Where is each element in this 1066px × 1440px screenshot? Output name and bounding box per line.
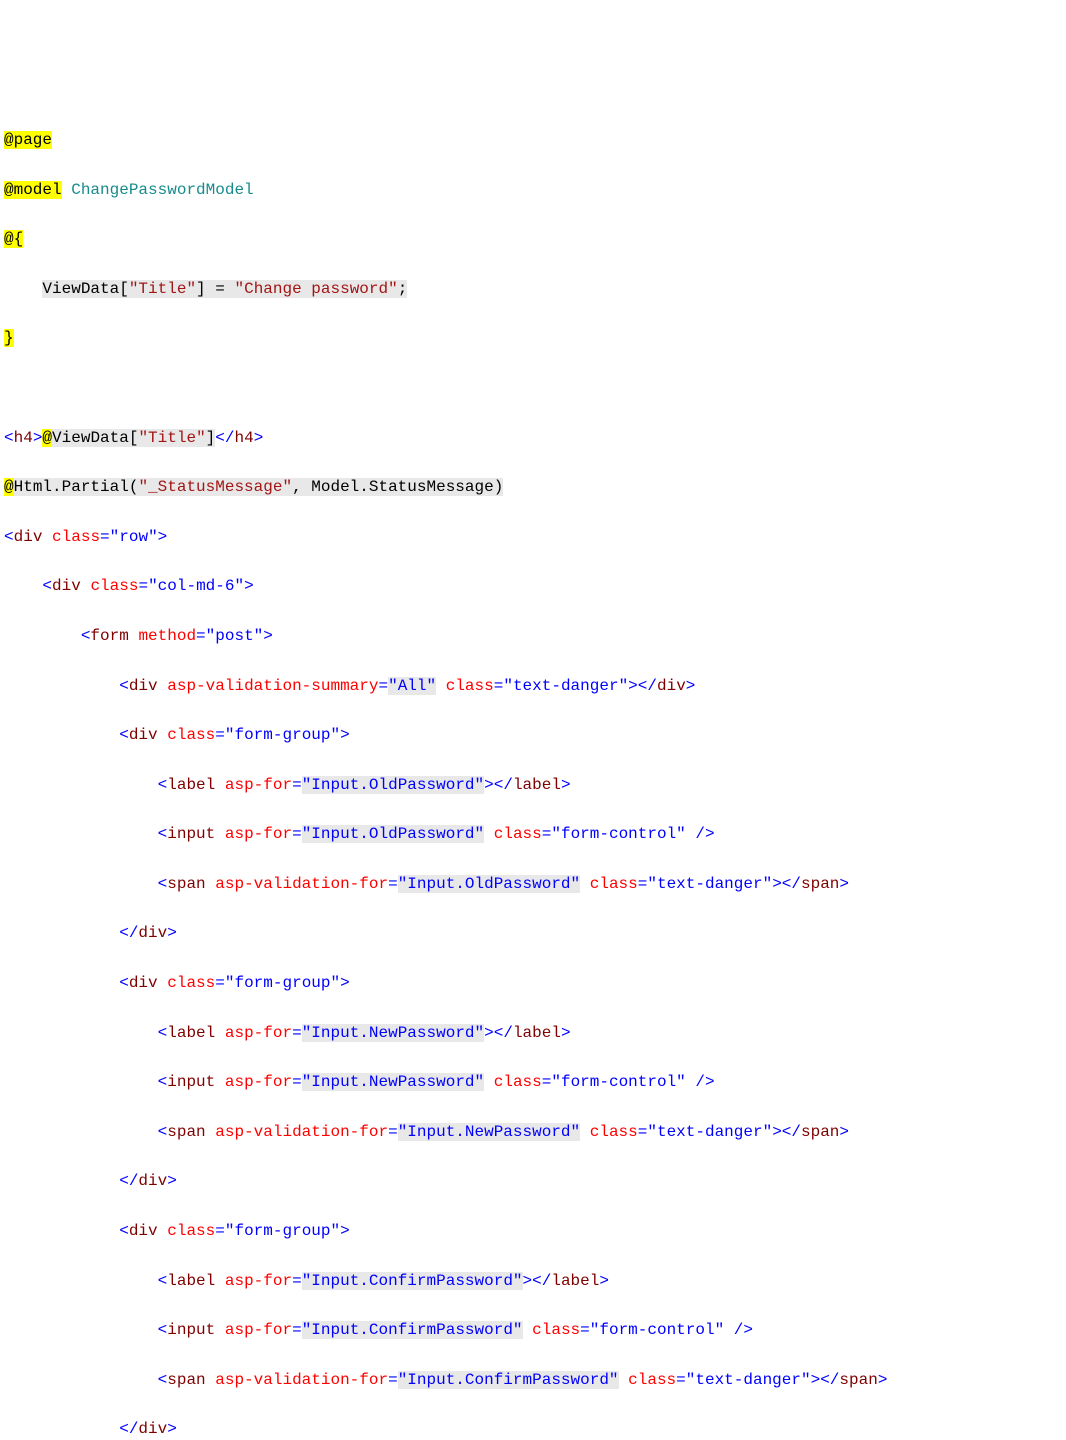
code-line: <input asp-for="Input.NewPassword" class… (4, 1070, 1066, 1095)
razor-directive: @page (4, 131, 52, 149)
code-line: } (4, 326, 1066, 351)
code-line: <label asp-for="Input.ConfirmPassword"><… (4, 1269, 1066, 1294)
code-line: @{ (4, 227, 1066, 252)
code-line: <input asp-for="Input.ConfirmPassword" c… (4, 1318, 1066, 1343)
code-line: @model ChangePasswordModel (4, 178, 1066, 203)
code-line (4, 376, 1066, 401)
code-editor[interactable]: @page @model ChangePasswordModel @{ View… (0, 99, 1066, 1440)
code-line: </div> (4, 1169, 1066, 1194)
code-line: @Html.Partial("_StatusMessage", Model.St… (4, 475, 1066, 500)
code-line: <span asp-validation-for="Input.ConfirmP… (4, 1368, 1066, 1393)
razor-block-close: } (4, 329, 14, 347)
code-line: <span asp-validation-for="Input.OldPassw… (4, 872, 1066, 897)
razor-block-open: @{ (4, 230, 23, 248)
razor-code: ViewData["Title"] = "Change password"; (42, 280, 407, 298)
code-line: <div class="form-group"> (4, 723, 1066, 748)
code-line: <label asp-for="Input.NewPassword"></lab… (4, 1021, 1066, 1046)
code-line: <input asp-for="Input.OldPassword" class… (4, 822, 1066, 847)
code-line: ViewData["Title"] = "Change password"; (4, 277, 1066, 302)
code-line: </div> (4, 921, 1066, 946)
razor-expression: Html.Partial("_StatusMessage", Model.Sta… (14, 478, 504, 496)
code-line: <div class="form-group"> (4, 1219, 1066, 1244)
razor-at: @ (4, 478, 14, 496)
razor-directive: @model (4, 181, 62, 199)
razor-at: @ (42, 429, 52, 447)
code-line: </div> (4, 1417, 1066, 1440)
code-line: <div asp-validation-summary="All" class=… (4, 674, 1066, 699)
code-line: <div class="row"> (4, 525, 1066, 550)
razor-expression: ViewData["Title"] (52, 429, 215, 447)
code-line: <div class="col-md-6"> (4, 574, 1066, 599)
code-line: <span asp-validation-for="Input.NewPassw… (4, 1120, 1066, 1145)
model-type: ChangePasswordModel (71, 181, 253, 199)
code-line: <label asp-for="Input.OldPassword"></lab… (4, 773, 1066, 798)
code-line: <form method="post"> (4, 624, 1066, 649)
code-line: <div class="form-group"> (4, 971, 1066, 996)
code-line: @page (4, 128, 1066, 153)
code-line: <h4>@ViewData["Title"]</h4> (4, 426, 1066, 451)
